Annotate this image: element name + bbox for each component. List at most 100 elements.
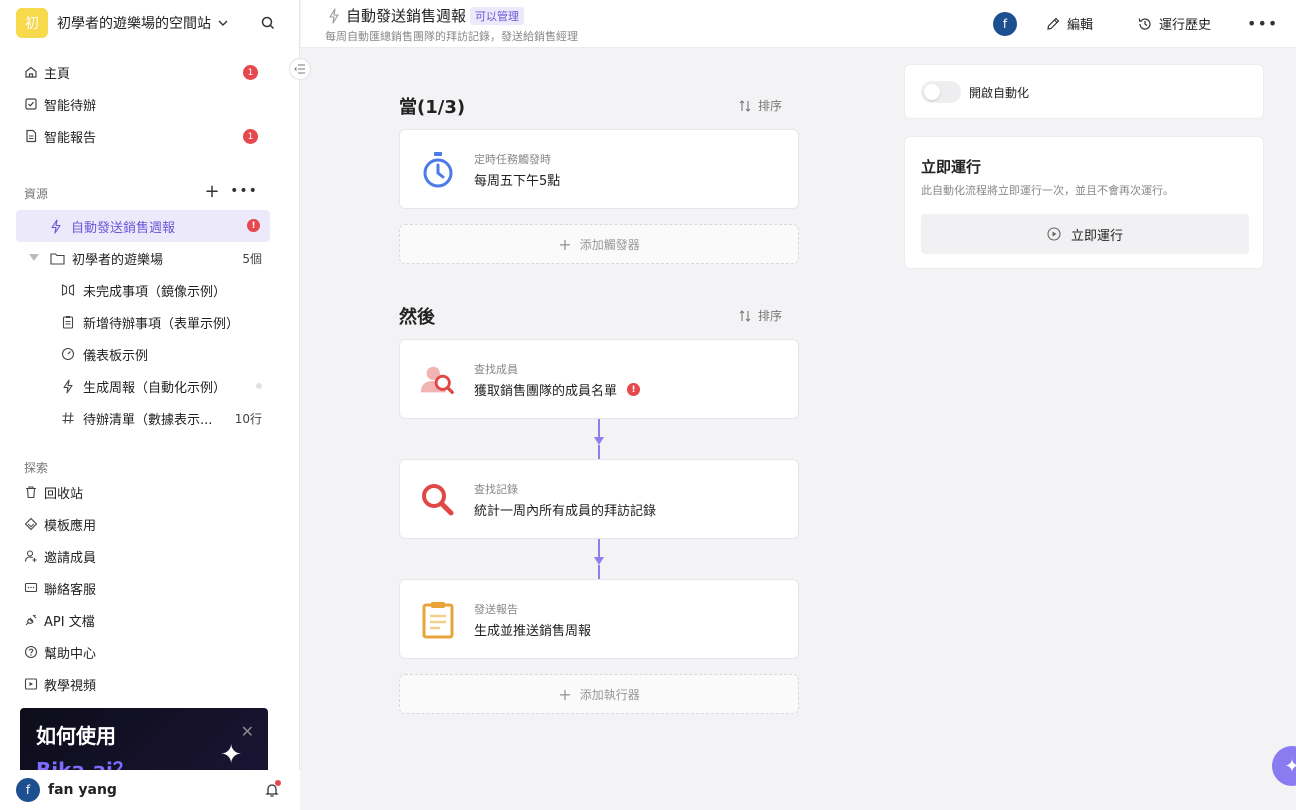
dashboard-icon: [60, 346, 76, 362]
notification-dot: [275, 780, 281, 786]
action-card-value: 生成並推送銷售周報: [474, 620, 591, 639]
bolt-icon: [60, 378, 76, 394]
action-card-label: 查找成員: [474, 363, 518, 376]
promo-title: 如何使用: [36, 724, 116, 748]
connector-line: [598, 565, 600, 579]
explore-item-trash[interactable]: 回收站: [16, 477, 270, 507]
play-circle-icon: [1047, 227, 1061, 241]
run-history-label: 運行歷史: [1159, 18, 1212, 33]
hash-icon: [60, 410, 76, 426]
explore-item-label: 回收站: [44, 486, 84, 502]
collapse-sidebar-button[interactable]: [289, 58, 311, 80]
page-title: 自動發送銷售週報: [346, 7, 467, 25]
search-records-icon: [420, 480, 456, 520]
sidebar: 初 初學者的遊樂場的空間站 主頁 1 智能待辦 智能報告 1 資源 + ••• …: [0, 0, 300, 810]
resource-item-label: 儀表板示例: [83, 348, 149, 364]
error-icon: !: [627, 383, 641, 396]
edit-button-label: 編輯: [1067, 18, 1094, 33]
arrow-down-icon: [594, 437, 604, 445]
notification-badge: 1: [243, 65, 258, 80]
close-icon[interactable]: ✕: [241, 722, 254, 741]
explore-item-support[interactable]: 聯絡客服: [16, 573, 270, 603]
sort-button[interactable]: 排序: [738, 97, 782, 114]
page-header: 自動發送銷售週報 可以管理 每周自動匯總銷售團隊的拜訪記錄，發送給銷售經理 f …: [301, 0, 1296, 48]
avatar: f: [16, 778, 40, 802]
history-icon: [1138, 17, 1151, 30]
promo-card[interactable]: 如何使用 Bika.ai？ ✕ ✦: [20, 708, 268, 770]
explore-section-label: 探索: [24, 461, 49, 475]
folder-label: 初學者的遊樂場: [72, 252, 164, 268]
user-bar[interactable]: f fan yang: [0, 770, 300, 810]
home-icon: [24, 65, 38, 79]
resource-item[interactable]: 未完成事項（鏡像示例）: [16, 274, 270, 306]
arrow-down-icon: [594, 557, 604, 565]
resource-item-label: 未完成事項（鏡像示例）: [83, 284, 227, 300]
explore-item-api[interactable]: API 文檔: [16, 605, 270, 635]
folder-count: 5個: [242, 251, 262, 266]
explore-item-videos[interactable]: 教學視頻: [16, 669, 270, 699]
sort-button[interactable]: 排序: [738, 307, 782, 324]
resource-item-label: 自動發送銷售週報: [71, 220, 176, 236]
resource-item[interactable]: 儀表板示例: [16, 338, 270, 370]
trigger-card-value-text: 每周五下午5點: [474, 174, 561, 189]
resources-section-label: 資源: [24, 187, 49, 201]
api-icon: [24, 613, 38, 627]
workspace-name: 初學者的遊樂場的空間站: [57, 16, 211, 32]
invite-icon: [24, 549, 38, 563]
status-dot: [256, 383, 262, 389]
support-icon: [24, 581, 38, 595]
action-card-value-text: 統計一周內所有成員的拜訪記錄: [474, 504, 657, 519]
resource-item[interactable]: 新增待辦事項（表單示例）: [16, 306, 270, 338]
run-now-description: 此自動化流程將立即運行一次，並且不會再次運行。: [921, 184, 1174, 197]
nav-item-label: 智能待辦: [44, 98, 97, 114]
add-trigger-button[interactable]: + 添加觸發器: [399, 224, 799, 264]
resource-item-active[interactable]: 自動發送銷售週報 !: [16, 210, 270, 242]
trigger-card[interactable]: 定時任務觸發時 每周五下午5點: [399, 129, 799, 209]
sort-label: 排序: [758, 309, 783, 323]
explore-item-invite[interactable]: 邀請成員: [16, 541, 270, 571]
more-icon[interactable]: •••: [230, 182, 257, 200]
avatar[interactable]: f: [993, 12, 1017, 36]
promo-subtitle: Bika.ai？: [36, 758, 133, 770]
action-card[interactable]: 查找成員 獲取銷售團隊的成員名單 !: [399, 339, 799, 419]
explore-item-label: API 文檔: [44, 614, 95, 630]
run-history-button[interactable]: 運行歷史: [1137, 14, 1211, 33]
trash-icon: [24, 485, 38, 499]
workspace-switcher[interactable]: 初 初學者的遊樂場的空間站: [16, 8, 284, 38]
report-clipboard-icon: [420, 600, 456, 640]
resource-item[interactable]: 生成周報（自動化示例）: [16, 370, 270, 402]
ai-assistant-button[interactable]: ✦: [1272, 746, 1296, 786]
report-icon: [24, 129, 38, 143]
notification-badge: 1: [243, 129, 258, 144]
action-card[interactable]: 查找記錄 統計一周內所有成員的拜訪記錄: [399, 459, 799, 539]
explore-item-templates[interactable]: 模板應用: [16, 509, 270, 539]
action-card[interactable]: 發送報告 生成並推送銷售周報: [399, 579, 799, 659]
nav-item-home[interactable]: 主頁 1: [16, 57, 270, 87]
collapse-icon: [294, 64, 305, 74]
action-card-label: 發送報告: [474, 603, 518, 616]
add-icon[interactable]: +: [203, 181, 221, 202]
add-trigger-label: 添加觸發器: [579, 237, 640, 252]
more-icon[interactable]: •••: [1247, 14, 1278, 33]
edit-button[interactable]: 編輯: [1046, 14, 1093, 33]
resource-item[interactable]: 待辦清單（數據表示... 10行: [16, 402, 270, 434]
nav-item-smart-report[interactable]: 智能報告 1: [16, 121, 270, 151]
explore-item-label: 幫助中心: [44, 646, 97, 662]
permission-badge: 可以管理: [470, 6, 525, 25]
search-icon[interactable]: [260, 15, 276, 31]
explore-item-help[interactable]: 幫助中心: [16, 637, 270, 667]
nav-item-smart-todo[interactable]: 智能待辦: [16, 89, 270, 119]
automation-toggle[interactable]: [921, 81, 961, 103]
action-card-value-text: 獲取銷售團隊的成員名單: [474, 384, 618, 399]
row-count: 10行: [234, 411, 262, 426]
user-name: fan yang: [48, 782, 117, 798]
sparkle-icon: ✦: [1284, 755, 1296, 777]
connector-line: [598, 419, 600, 439]
run-now-title: 立即運行: [921, 158, 982, 176]
run-now-button[interactable]: 立即運行: [921, 214, 1249, 254]
find-member-icon: [420, 360, 456, 400]
add-action-button[interactable]: + 添加執行器: [399, 674, 799, 714]
chevron-down-icon: [218, 20, 228, 26]
folder-item[interactable]: 初學者的遊樂場 5個: [16, 242, 270, 274]
sort-label: 排序: [758, 99, 783, 113]
